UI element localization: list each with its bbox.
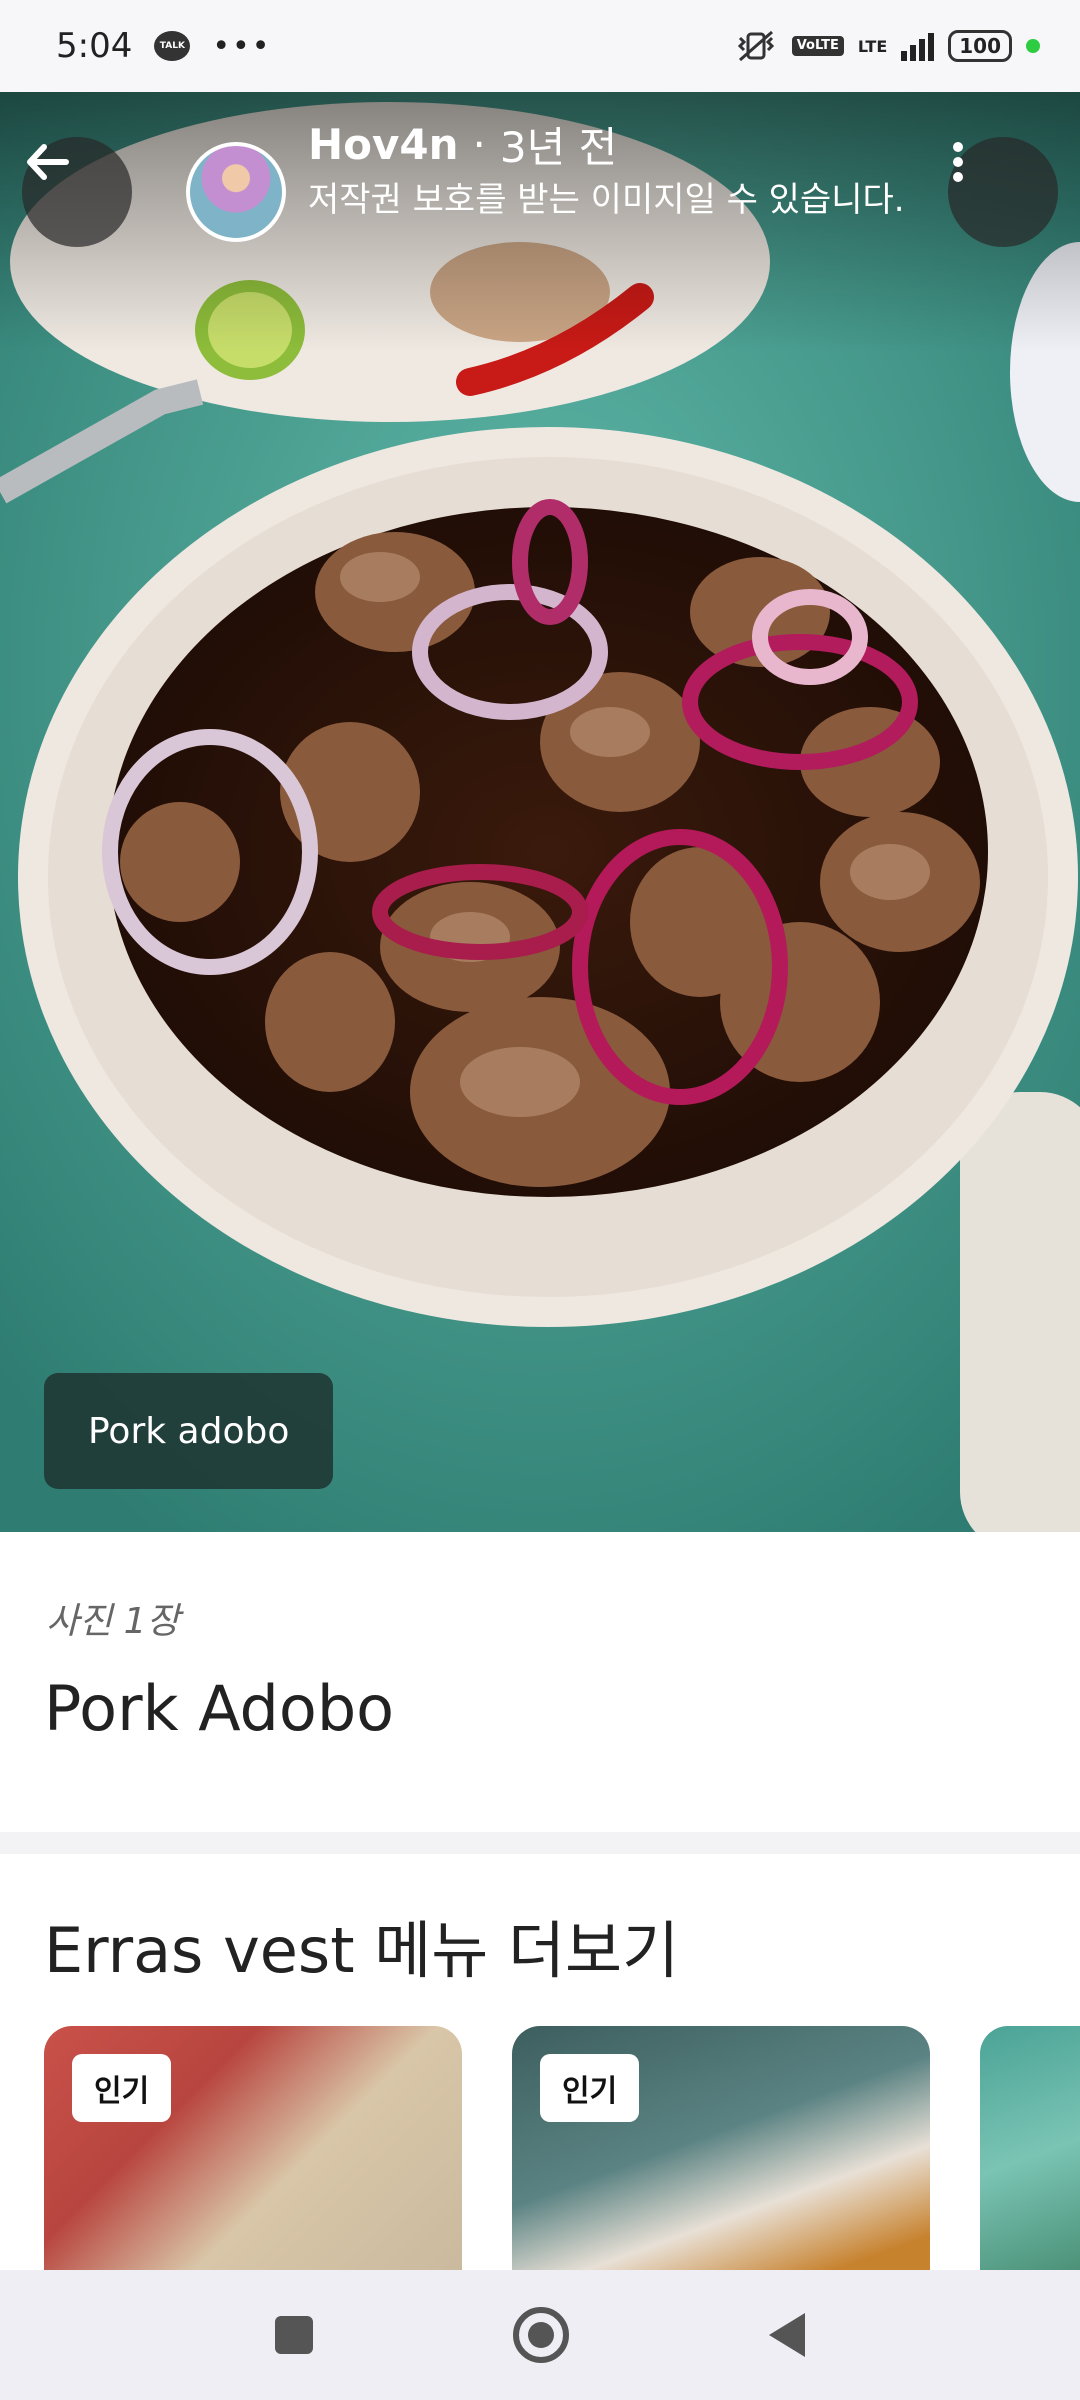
status-left: 5:04 TALK ••• [56,26,271,66]
menu-card[interactable]: 인기 [512,2026,930,2270]
more-options-button[interactable] [948,137,1058,247]
dish-title: Pork Adobo [44,1672,395,1745]
back-triangle-icon[interactable] [769,2313,805,2357]
separator-dot: · [472,120,486,169]
status-time: 5:04 [56,26,133,66]
home-icon[interactable] [513,2307,569,2363]
menu-card[interactable] [980,2026,1080,2270]
privacy-indicator-dot [1026,39,1040,53]
status-right: VoLTE LTE 100 [734,28,1040,64]
system-nav-bar [0,2270,1080,2400]
lte-label: LTE [857,36,888,56]
photo-count: 사진 1장 [46,1601,180,1642]
vibrate-off-icon [737,30,774,62]
arrow-left-icon [27,144,69,180]
posted-time: 3년 전 [499,123,618,172]
signal-icon [901,31,935,61]
more-vert-icon [953,142,963,182]
author-name[interactable]: Hov4n [308,120,459,169]
kakaotalk-icon: TALK [154,31,191,61]
dish-tag[interactable]: Pork adobo [44,1373,334,1489]
battery-icon: 100 [948,30,1012,62]
photo-info-section: 사진 1장 Pork Adobo [0,1532,1080,1832]
author-avatar[interactable] [186,142,286,242]
section-divider [0,1832,1080,1854]
back-button[interactable] [22,137,132,247]
photo-viewer[interactable]: Hov4n · 3년 전 저작권 보호를 받는 이미지일 수 있습니다. Por… [0,92,1080,1532]
popular-badge: 인기 [540,2054,640,2122]
more-menu-section: Erras vest 메뉴 더보기 인기 인기 [0,1854,1080,2270]
popular-badge: 인기 [72,2054,172,2122]
menu-card[interactable]: 인기 [44,2026,462,2270]
status-bar: 5:04 TALK ••• VoLTE LTE 100 [0,0,1080,92]
more-menu-title: Erras vest 메뉴 더보기 [44,1914,680,1987]
recents-icon[interactable] [275,2316,313,2354]
more-notifications-icon: ••• [212,28,272,64]
copyright-notice: 저작권 보호를 받는 이미지일 수 있습니다. [308,180,905,220]
volte-icon: VoLTE [791,36,844,56]
author-line: Hov4n · 3년 전 [308,114,617,175]
